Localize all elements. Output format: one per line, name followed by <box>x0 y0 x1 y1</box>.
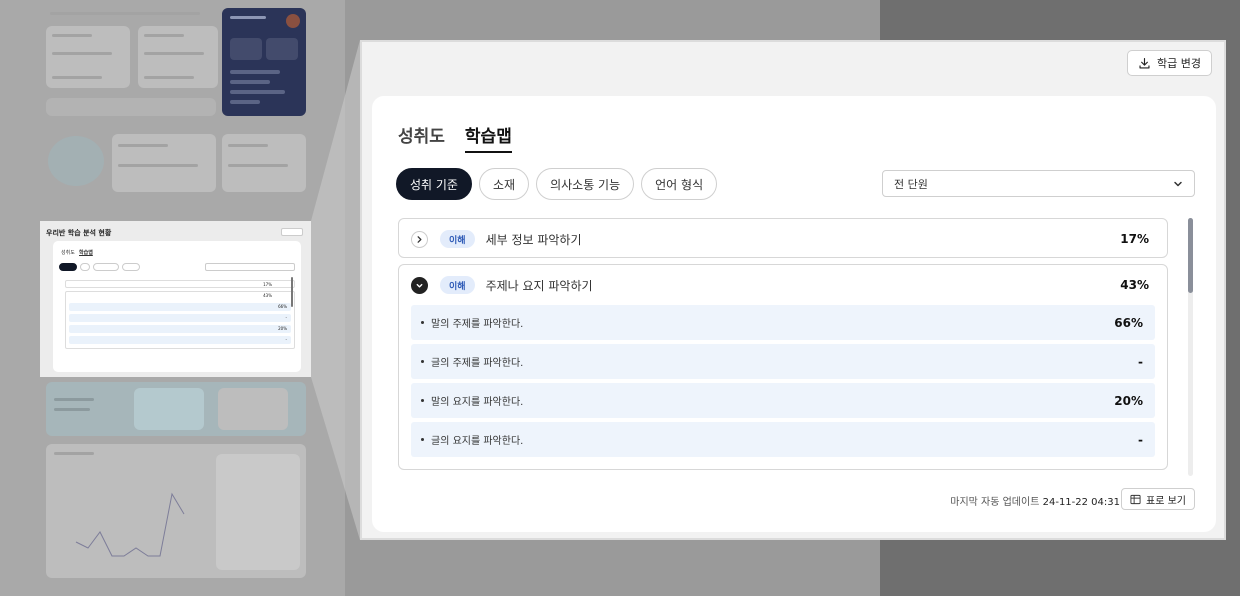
mini-pct: 43% <box>263 293 272 298</box>
collapse-toggle[interactable] <box>411 276 428 294</box>
expand-toggle[interactable] <box>411 230 428 248</box>
mini-card: 성취도 학습맵 17% 43% 66% - 20% - <box>53 241 301 372</box>
mini-preview: 우리반 학습 분석 현황 성취도 학습맵 17% 43% 66% - 20% - <box>40 221 311 377</box>
sub-standard-label: 글의 요지를 파악한다. <box>431 436 524 447</box>
sub-standard-value: - <box>1138 354 1143 369</box>
chevron-right-icon <box>417 235 422 243</box>
chevron-down-icon <box>1174 181 1182 186</box>
class-change-label: 학급 변경 <box>1157 57 1201 70</box>
standard-label: 세부 정보 파악하기 <box>485 232 582 247</box>
filter-topic[interactable]: 소재 <box>478 168 530 200</box>
filter-chips: 성취 기준 소재 의사소통 기능 언어 형식 <box>396 168 718 200</box>
sub-standard-row: 글의 주제를 파악한다. - <box>411 344 1155 379</box>
sub-standard-label: 말의 주제를 파악한다. <box>431 319 524 330</box>
mini-pct: 66% <box>278 304 287 309</box>
mini-change-button <box>281 228 303 236</box>
view-as-table-button[interactable]: 표로 보기 <box>1121 488 1195 510</box>
standard-row-collapsed[interactable]: 이해 세부 정보 파악하기 17% <box>398 218 1168 258</box>
chevron-down-icon <box>416 283 423 288</box>
mini-scrollbar <box>291 277 293 307</box>
table-icon <box>1130 494 1141 504</box>
mini-pct: 20% <box>278 326 287 331</box>
thumb-recent-class-card <box>46 26 130 88</box>
thumb-line-chart <box>75 492 185 557</box>
mini-filter-pill <box>59 263 77 271</box>
standards-list: 이해 세부 정보 파악하기 17% 이해 주제나 요지 파악하기 43% 말의 … <box>398 218 1170 474</box>
mini-pct: - <box>285 315 287 320</box>
bullet <box>421 321 424 324</box>
thumb-shortcut-bar <box>46 98 216 116</box>
mini-tab-achievement: 성취도 <box>61 250 75 256</box>
mini-subrow: 20% <box>69 325 291 333</box>
thumb-learning-status-card <box>112 134 216 192</box>
mini-filter-pill <box>80 263 90 271</box>
bullet <box>421 399 424 402</box>
mini-pct: 17% <box>263 282 272 287</box>
view-as-table-label: 표로 보기 <box>1146 495 1186 507</box>
mini-filter-pill <box>93 263 119 271</box>
thumb-header <box>46 8 216 18</box>
standard-percent: 43% <box>1120 278 1149 292</box>
mini-pct: - <box>285 337 287 342</box>
mini-row: 17% <box>65 280 295 288</box>
thumb-greeting-panel <box>222 8 306 116</box>
tab-learning-map[interactable]: 학습맵 <box>464 122 512 153</box>
unit-select[interactable]: 전 단원 <box>882 170 1195 197</box>
mini-subrow: - <box>69 336 291 344</box>
download-icon <box>1139 57 1150 69</box>
view-tabs: 성취도 학습맵 <box>398 122 512 153</box>
sub-standard-label: 말의 요지를 파악한다. <box>431 397 524 408</box>
bullet <box>421 438 424 441</box>
mini-subrow: - <box>69 314 291 322</box>
category-badge: 이해 <box>440 276 475 294</box>
standard-row-expanded[interactable]: 이해 주제나 요지 파악하기 43% 말의 주제를 파악한다. 66% 글의 주… <box>398 264 1168 470</box>
last-update-time: 24-11-22 04:31 <box>1042 497 1120 508</box>
bullet <box>421 360 424 363</box>
learning-map-card: 성취도 학습맵 성취 기준 소재 의사소통 기능 언어 형식 전 단원 이해 세… <box>372 96 1216 532</box>
sub-standard-value: 20% <box>1114 393 1143 408</box>
standard-label: 주제나 요지 파악하기 <box>485 278 593 293</box>
thumb-homework-card <box>138 26 218 88</box>
tab-achievement[interactable]: 성취도 <box>398 122 445 153</box>
mini-subrow: 66% <box>69 303 291 311</box>
class-change-button[interactable]: 학급 변경 <box>1127 50 1212 76</box>
last-update-info: 마지막 자동 업데이트 24-11-22 04:31 <box>950 493 1120 508</box>
filter-communication-function[interactable]: 의사소통 기능 <box>536 168 635 200</box>
mini-section-title: 우리반 학습 분석 현황 <box>46 229 112 237</box>
thumb-self-study-card <box>46 444 306 578</box>
sub-standard-row: 말의 주제를 파악한다. 66% <box>411 305 1155 340</box>
standard-row-header[interactable]: 이해 세부 정보 파악하기 17% <box>399 219 1167 259</box>
sub-standard-row: 말의 요지를 파악한다. 20% <box>411 383 1155 418</box>
filter-achievement-standard[interactable]: 성취 기준 <box>396 168 472 200</box>
mini-select <box>205 263 295 271</box>
learning-analysis-panel: 학급 변경 성취도 학습맵 성취 기준 소재 의사소통 기능 언어 형식 전 단… <box>360 40 1226 540</box>
scrollbar-thumb[interactable] <box>1188 218 1193 293</box>
last-update-label: 마지막 자동 업데이트 <box>950 497 1040 508</box>
sub-standard-value: 66% <box>1114 315 1143 330</box>
standard-percent: 17% <box>1120 232 1149 246</box>
thumb-life-card <box>222 134 306 192</box>
sub-standard-value: - <box>1138 432 1143 447</box>
mini-filter-pill <box>122 263 140 271</box>
sub-standard-label: 글의 주제를 파악한다. <box>431 358 524 369</box>
filter-language-form[interactable]: 언어 형식 <box>641 168 718 200</box>
mini-tab-learning-map: 학습맵 <box>79 250 93 256</box>
unit-select-value: 전 단원 <box>894 177 928 191</box>
standard-row-header[interactable]: 이해 주제나 요지 파악하기 43% <box>399 265 1167 305</box>
thumb-achievement-banner <box>46 382 306 436</box>
sub-standard-row: 글의 요지를 파악한다. - <box>411 422 1155 457</box>
thumb-mascot-icon <box>48 136 104 186</box>
category-badge: 이해 <box>440 230 475 248</box>
